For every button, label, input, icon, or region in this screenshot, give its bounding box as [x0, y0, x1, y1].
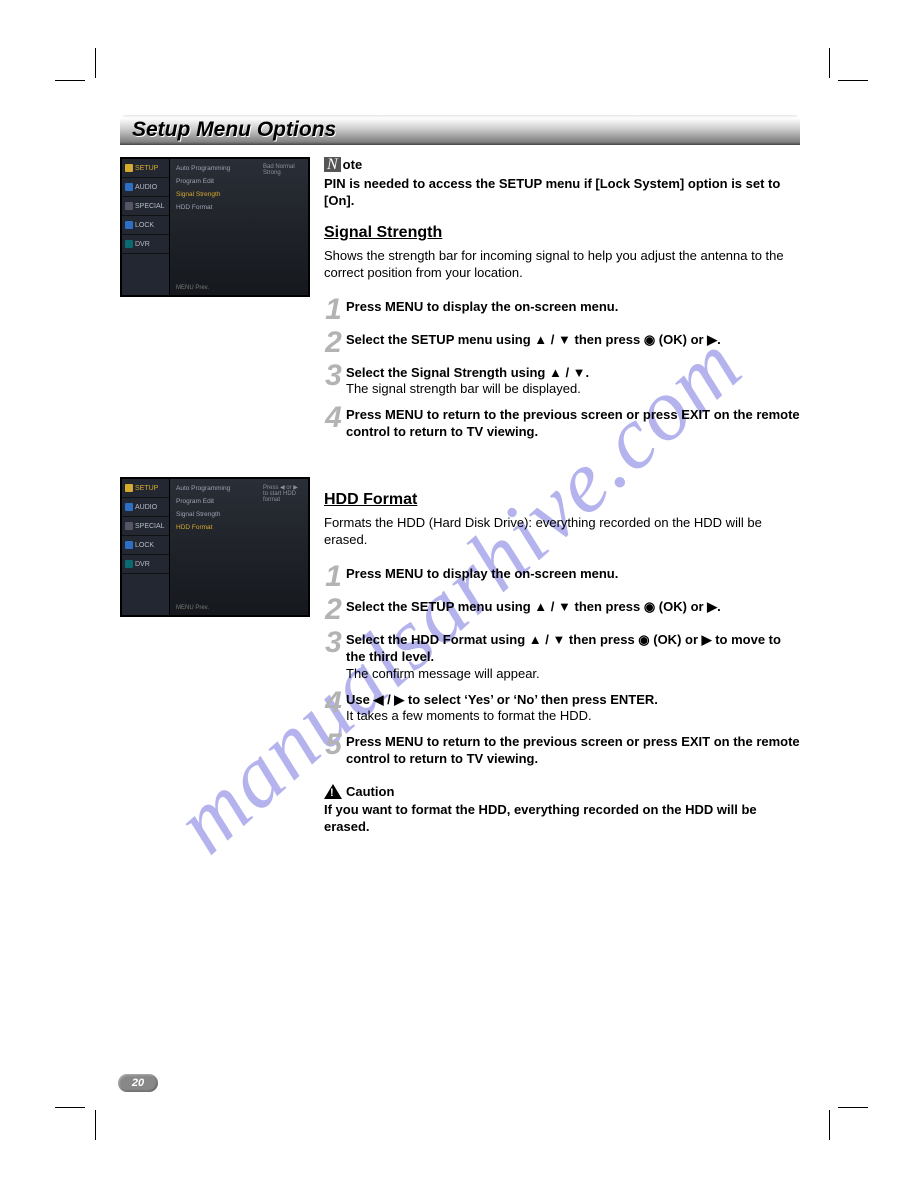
menu-tab-lock: LOCK — [122, 216, 169, 235]
menu-item: Auto Programming — [174, 162, 259, 175]
menu-tab-setup: SETUP — [122, 479, 169, 498]
step-number: 2 — [324, 596, 342, 623]
step-text: Press MENU to return to the previous scr… — [346, 731, 800, 768]
step-text: Select the SETUP menu using ▲ / ▼ then p… — [346, 596, 721, 616]
menu-hint: MENU Prev. — [174, 603, 308, 615]
hdd-intro: Formats the HDD (Hard Disk Drive): every… — [324, 515, 800, 549]
menu-tab-setup: SETUP — [122, 159, 169, 178]
page-title-bar: Setup Menu Options — [120, 115, 800, 145]
menu-item-selected: Signal Strength — [174, 188, 259, 201]
step-text: Press MENU to return to the previous scr… — [346, 404, 800, 441]
menu-item: Signal Strength — [174, 508, 259, 521]
note-icon: N — [324, 157, 341, 172]
caution-body: If you want to format the HDD, everythin… — [324, 802, 800, 836]
step-number: 3 — [324, 629, 342, 656]
crop-mark — [95, 1110, 96, 1140]
step-3: 3 Select the HDD Format using ▲ / ▼ then… — [324, 629, 800, 683]
menu-tab-dvr: DVR — [122, 555, 169, 574]
menu-tab-audio: AUDIO — [122, 178, 169, 197]
step-subtext: It takes a few moments to format the HDD… — [346, 708, 592, 723]
menu-item: Program Edit — [174, 175, 259, 188]
step-subtext: The signal strength bar will be displaye… — [346, 381, 581, 396]
step-2: 2 Select the SETUP menu using ▲ / ▼ then… — [324, 329, 800, 356]
menu-tab-lock: LOCK — [122, 536, 169, 555]
menu-tab-special: SPECIAL — [122, 517, 169, 536]
step-subtext: The confirm message will appear. — [346, 666, 540, 681]
section-heading-hdd: HDD Format — [324, 491, 800, 509]
crop-mark — [838, 1107, 868, 1108]
step-1: 1 Press MENU to display the on-screen me… — [324, 296, 800, 323]
menu-item: Program Edit — [174, 495, 259, 508]
step-number: 4 — [324, 689, 342, 716]
crop-mark — [55, 1107, 85, 1108]
crop-mark — [829, 1110, 830, 1140]
caution-label: Caution — [346, 784, 394, 799]
menu-tab-dvr: DVR — [122, 235, 169, 254]
step-number: 2 — [324, 329, 342, 356]
step-text: Use ◀ / ▶ to select ‘Yes’ or ‘No’ then p… — [346, 692, 658, 707]
menu-item: Auto Programming — [174, 482, 259, 495]
step-2: 2 Select the SETUP menu using ▲ / ▼ then… — [324, 596, 800, 623]
step-text: Press MENU to display the on-screen menu… — [346, 296, 618, 316]
step-number: 4 — [324, 404, 342, 431]
note-body: PIN is needed to access the SETUP menu i… — [324, 176, 800, 210]
step-text: Select the SETUP menu using ▲ / ▼ then p… — [346, 329, 721, 349]
section-heading-signal: Signal Strength — [324, 224, 800, 242]
menu-tab-special: SPECIAL — [122, 197, 169, 216]
step-number: 1 — [324, 296, 342, 323]
crop-mark — [95, 48, 96, 78]
step-4: 4 Use ◀ / ▶ to select ‘Yes’ or ‘No’ then… — [324, 689, 800, 726]
step-4: 4 Press MENU to return to the previous s… — [324, 404, 800, 441]
page-title: Setup Menu Options — [132, 118, 336, 141]
screenshot-signal-strength: SETUP AUDIO SPECIAL LOCK DVR Auto Progra… — [120, 157, 310, 447]
step-number: 5 — [324, 731, 342, 758]
note-label: ote — [343, 157, 363, 172]
menu-item: HDD Format — [174, 201, 259, 214]
menu-item-selected: HDD Format — [174, 521, 259, 534]
crop-mark — [838, 80, 868, 81]
crop-mark — [55, 80, 85, 81]
step-5: 5 Press MENU to return to the previous s… — [324, 731, 800, 768]
signal-intro: Shows the strength bar for incoming sign… — [324, 248, 800, 282]
menu-hint: MENU Prev. — [174, 283, 308, 295]
hdd-right-label: Press ◀ or ▶ to start HDD format — [259, 482, 308, 534]
signal-bar-labels: Bad Normal Strong — [259, 162, 308, 214]
crop-mark — [829, 48, 830, 78]
screenshot-hdd-format: SETUP AUDIO SPECIAL LOCK DVR Auto Progra… — [120, 477, 310, 836]
warning-icon — [324, 784, 342, 799]
step-number: 3 — [324, 362, 342, 389]
step-number: 1 — [324, 563, 342, 590]
step-text: Select the HDD Format using ▲ / ▼ then p… — [346, 632, 781, 664]
page-number-badge: 20 — [118, 1074, 158, 1092]
step-text: Select the Signal Strength using ▲ / ▼. — [346, 365, 589, 380]
step-text: Press MENU to display the on-screen menu… — [346, 563, 618, 583]
menu-tab-audio: AUDIO — [122, 498, 169, 517]
step-3: 3 Select the Signal Strength using ▲ / ▼… — [324, 362, 800, 399]
step-1: 1 Press MENU to display the on-screen me… — [324, 563, 800, 590]
